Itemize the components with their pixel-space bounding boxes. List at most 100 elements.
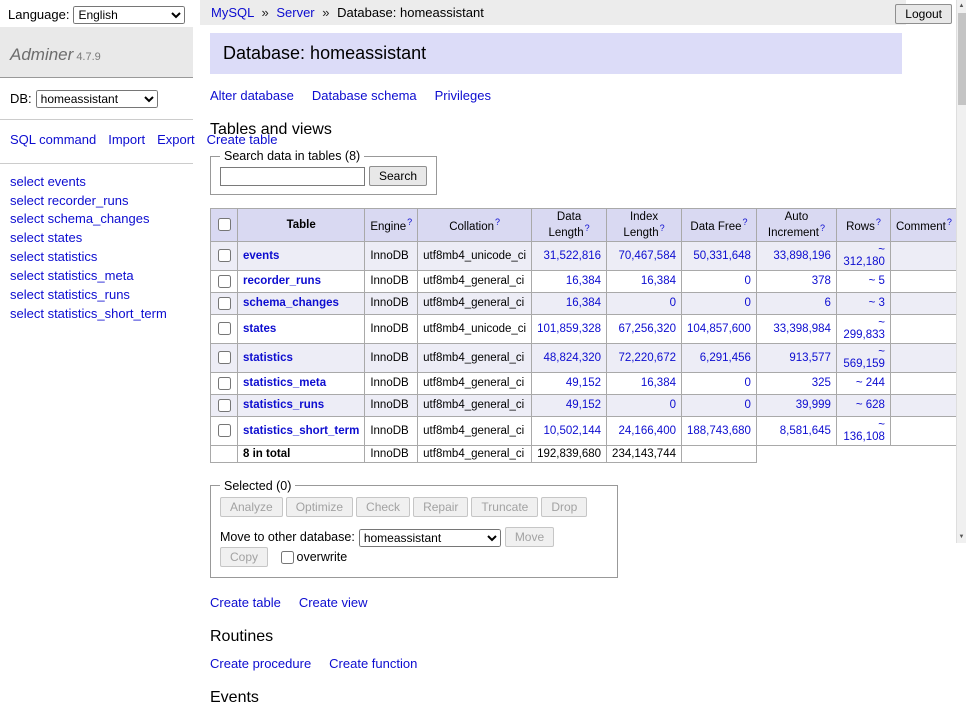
repair-button[interactable]: Repair (413, 497, 468, 517)
drop-button[interactable]: Drop (541, 497, 587, 517)
sidebar-link-select-statistics[interactable]: select statistics (10, 249, 97, 264)
auto-increment-link[interactable]: 33,398,984 (773, 323, 831, 335)
check-button[interactable]: Check (356, 497, 410, 517)
row-checkbox[interactable] (218, 322, 231, 335)
auto-increment-link[interactable]: 8,581,645 (780, 425, 831, 437)
sidebar-link-select-states[interactable]: select states (10, 230, 82, 245)
scroll-down-icon[interactable]: ▼ (957, 531, 966, 543)
data-length-link[interactable]: 16,384 (566, 275, 601, 287)
index-length-link[interactable]: 72,220,672 (618, 352, 676, 364)
rows-link[interactable]: ~ 136,108 (843, 419, 885, 443)
sidebar-link-sql-command[interactable]: SQL command (10, 132, 96, 147)
scrollbar-thumb[interactable] (958, 13, 966, 105)
sidebar-link-select-statistics-short-term[interactable]: select statistics_short_term (10, 306, 167, 321)
link-alter-database[interactable]: Alter database (210, 88, 294, 103)
auto-increment-link[interactable]: 39,999 (796, 399, 831, 411)
row-checkbox[interactable] (218, 351, 231, 364)
table-name-link[interactable]: recorder_runs (243, 275, 321, 287)
data-length-link[interactable]: 101,859,328 (537, 323, 601, 335)
help-icon[interactable]: ? (407, 217, 412, 227)
data-free-link[interactable]: 0 (745, 377, 751, 389)
sidebar-link-select-statistics-meta[interactable]: select statistics_meta (10, 268, 134, 283)
data-free-link[interactable]: 188,743,680 (687, 425, 751, 437)
move-button[interactable]: Move (505, 527, 554, 547)
rows-link[interactable]: ~ 5 (869, 275, 885, 287)
index-length-link[interactable]: 24,166,400 (618, 425, 676, 437)
auto-increment-link[interactable]: 325 (812, 377, 831, 389)
overwrite-checkbox[interactable] (281, 551, 294, 564)
table-name-link[interactable]: statistics_runs (243, 399, 324, 411)
help-icon[interactable]: ? (585, 223, 590, 233)
help-icon[interactable]: ? (876, 217, 881, 227)
db-select[interactable]: homeassistant (36, 90, 158, 108)
rows-link[interactable]: ~ 312,180 (843, 244, 885, 268)
sidebar-link-export[interactable]: Export (157, 132, 195, 147)
data-length-link[interactable]: 16,384 (566, 297, 601, 309)
help-icon[interactable]: ? (947, 217, 952, 227)
vertical-scrollbar[interactable]: ▲ ▼ (956, 0, 966, 543)
data-free-link[interactable]: 6,291,456 (700, 352, 751, 364)
data-free-link[interactable]: 0 (745, 297, 751, 309)
data-free-link[interactable]: 104,857,600 (687, 323, 751, 335)
auto-increment-link[interactable]: 33,898,196 (773, 250, 831, 262)
breadcrumb-server-link[interactable]: Server (276, 5, 314, 20)
table-name-link[interactable]: schema_changes (243, 297, 339, 309)
breadcrumb-mysql-link[interactable]: MySQL (211, 5, 254, 20)
data-length-link[interactable]: 31,522,816 (543, 250, 601, 262)
select-all-checkbox[interactable] (218, 218, 231, 231)
index-length-link[interactable]: 16,384 (641, 275, 676, 287)
rows-link[interactable]: ~ 3 (869, 297, 885, 309)
help-icon[interactable]: ? (495, 217, 500, 227)
link-privileges[interactable]: Privileges (435, 88, 491, 103)
auto-increment-link[interactable]: 378 (812, 275, 831, 287)
analyze-button[interactable]: Analyze (220, 497, 283, 517)
rows-link[interactable]: ~ 628 (856, 399, 885, 411)
auto-increment-link[interactable]: 6 (825, 297, 831, 309)
row-checkbox[interactable] (218, 399, 231, 412)
link-create-table[interactable]: Create table (210, 595, 281, 610)
table-name-link[interactable]: states (243, 323, 276, 335)
rows-link[interactable]: ~ 569,159 (843, 346, 885, 370)
index-length-link[interactable]: 0 (670, 297, 676, 309)
index-length-link[interactable]: 70,467,584 (618, 250, 676, 262)
row-checkbox[interactable] (218, 249, 231, 262)
data-length-link[interactable]: 49,152 (566, 399, 601, 411)
index-length-link[interactable]: 67,256,320 (618, 323, 676, 335)
scroll-up-icon[interactable]: ▲ (957, 0, 966, 12)
sidebar-link-import[interactable]: Import (108, 132, 145, 147)
data-free-link[interactable]: 0 (745, 275, 751, 287)
copy-button[interactable]: Copy (220, 547, 268, 567)
index-length-link[interactable]: 16,384 (641, 377, 676, 389)
sidebar-link-select-statistics-runs[interactable]: select statistics_runs (10, 287, 130, 302)
row-checkbox[interactable] (218, 275, 231, 288)
rows-link[interactable]: ~ 244 (856, 377, 885, 389)
sidebar-link-select-recorder-runs[interactable]: select recorder_runs (10, 193, 129, 208)
optimize-button[interactable]: Optimize (286, 497, 353, 517)
data-length-link[interactable]: 10,502,144 (543, 425, 601, 437)
table-name-link[interactable]: events (243, 250, 279, 262)
row-checkbox[interactable] (218, 297, 231, 310)
data-length-link[interactable]: 49,152 (566, 377, 601, 389)
link-create-function[interactable]: Create function (329, 656, 417, 671)
search-button[interactable]: Search (369, 166, 427, 186)
link-database-schema[interactable]: Database schema (312, 88, 417, 103)
truncate-button[interactable]: Truncate (471, 497, 538, 517)
data-free-link[interactable]: 50,331,648 (693, 250, 751, 262)
table-name-link[interactable]: statistics (243, 352, 293, 364)
language-select[interactable]: English (73, 6, 185, 24)
rows-link[interactable]: ~ 299,833 (843, 317, 885, 341)
table-name-link[interactable]: statistics_meta (243, 377, 326, 389)
auto-increment-link[interactable]: 913,577 (789, 352, 831, 364)
help-icon[interactable]: ? (743, 217, 748, 227)
sidebar-link-select-events[interactable]: select events (10, 174, 86, 189)
row-checkbox[interactable] (218, 377, 231, 390)
help-icon[interactable]: ? (820, 223, 825, 233)
table-name-link[interactable]: statistics_short_term (243, 425, 359, 437)
link-create-view[interactable]: Create view (299, 595, 368, 610)
logout-button[interactable]: Logout (895, 4, 952, 24)
link-create-procedure[interactable]: Create procedure (210, 656, 311, 671)
sidebar-link-select-schema-changes[interactable]: select schema_changes (10, 211, 149, 226)
row-checkbox[interactable] (218, 424, 231, 437)
data-length-link[interactable]: 48,824,320 (543, 352, 601, 364)
search-input[interactable] (220, 167, 365, 186)
